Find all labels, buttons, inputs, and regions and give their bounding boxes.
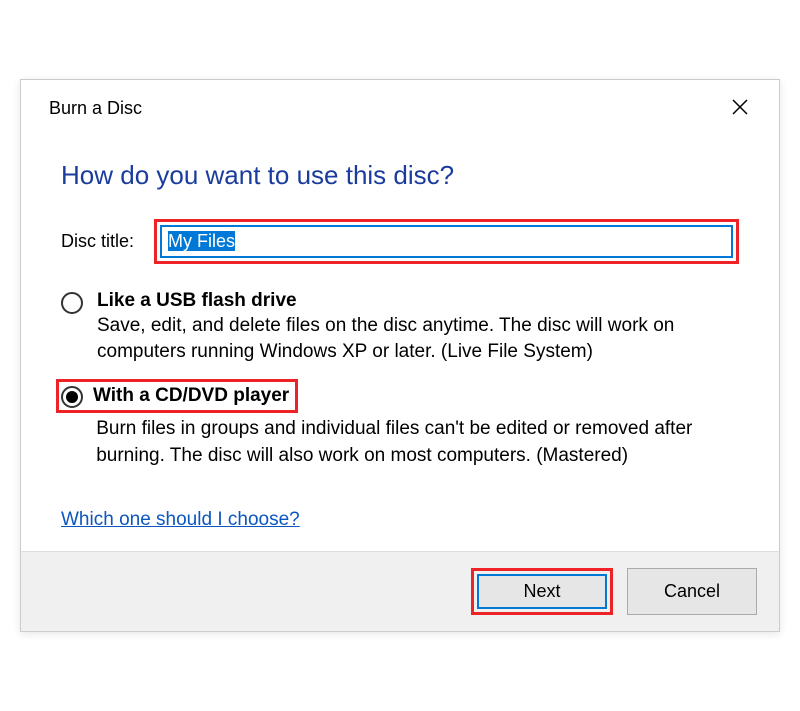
next-highlight: Next <box>471 568 613 615</box>
option-cddvd[interactable]: With a CD/DVD player Burn files in group… <box>61 384 739 469</box>
close-icon[interactable] <box>721 94 759 124</box>
heading: How do you want to use this disc? <box>61 160 739 191</box>
disc-title-highlight: My Files <box>154 219 739 264</box>
option-cddvd-text: Burn files in groups and individual file… <box>308 384 739 469</box>
button-bar: Next Cancel <box>21 551 779 631</box>
option-usb[interactable]: Like a USB flash drive Save, edit, and d… <box>61 290 739 366</box>
next-button[interactable]: Next <box>477 574 607 609</box>
option-cddvd-desc: Burn files in groups and individual file… <box>60 416 739 469</box>
option-usb-title: Like a USB flash drive <box>97 290 739 312</box>
radio-cddvd[interactable] <box>61 386 83 408</box>
disc-title-label: Disc title: <box>61 231 134 252</box>
dialog-content: How do you want to use this disc? Disc t… <box>21 130 779 551</box>
burn-disc-dialog: Burn a Disc How do you want to use this … <box>20 79 780 632</box>
disc-title-input[interactable]: My Files <box>160 225 733 258</box>
option-cddvd-highlight: With a CD/DVD player <box>56 379 298 413</box>
option-usb-desc: Save, edit, and delete files on the disc… <box>97 313 739 366</box>
dialog-title: Burn a Disc <box>49 98 142 119</box>
cancel-button[interactable]: Cancel <box>627 568 757 615</box>
disc-title-row: Disc title: My Files <box>61 219 739 264</box>
option-cddvd-title: With a CD/DVD player <box>93 385 289 407</box>
option-usb-text: Like a USB flash drive Save, edit, and d… <box>97 290 739 366</box>
help-link[interactable]: Which one should I choose? <box>61 509 300 531</box>
radio-usb[interactable] <box>61 292 83 314</box>
titlebar: Burn a Disc <box>21 80 779 130</box>
